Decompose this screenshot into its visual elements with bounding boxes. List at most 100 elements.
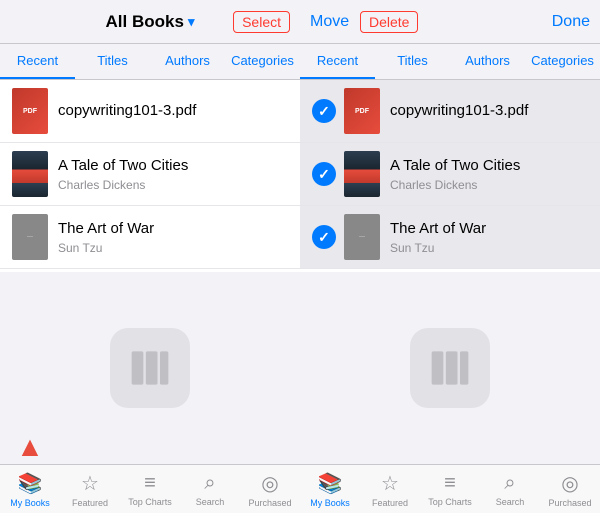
left-book-list: PDF copywriting101-3.pdf A Tale of Two C… bbox=[0, 80, 300, 272]
topcharts-icon: ≡ bbox=[144, 472, 156, 495]
right-tab-titles[interactable]: Titles bbox=[375, 44, 450, 79]
done-button[interactable]: Done bbox=[552, 13, 590, 31]
book-info: copywriting101-3.pdf bbox=[390, 101, 588, 121]
list-item[interactable]: PDF copywriting101-3.pdf bbox=[0, 80, 300, 143]
war-thumb: — bbox=[12, 214, 48, 260]
purchased-label: Purchased bbox=[548, 498, 591, 508]
tale-thumb bbox=[344, 151, 380, 197]
right-book-list: PDF copywriting101-3.pdf A Tale of Two C… bbox=[300, 80, 600, 272]
book-title: copywriting101-3.pdf bbox=[390, 101, 588, 121]
right-tabs: Recent Titles Authors Categories bbox=[300, 44, 600, 80]
right-tabbar-featured[interactable]: ☆ Featured bbox=[360, 465, 420, 513]
topcharts-icon: ≡ bbox=[444, 472, 456, 495]
left-panel: All Books ▾ Select Recent Titles Authors… bbox=[0, 0, 300, 513]
left-book-panel: All Books ▾ Select Recent Titles Authors… bbox=[0, 0, 300, 513]
right-book-panel: Move Delete Done Recent Titles Authors C… bbox=[300, 0, 600, 513]
right-tabbar-purchased[interactable]: ◎ Purchased bbox=[540, 465, 600, 513]
book-title: The Art of War bbox=[58, 219, 288, 239]
mybooks-label: My Books bbox=[310, 498, 350, 508]
book-info: A Tale of Two Cities Charles Dickens bbox=[390, 156, 588, 192]
mybooks-icon: 📚 bbox=[318, 471, 343, 496]
purchased-label: Purchased bbox=[248, 498, 291, 508]
book-thumbnail bbox=[12, 151, 48, 197]
right-tabbar-mybooks[interactable]: 📚 My Books bbox=[300, 465, 360, 513]
left-tabs: Recent Titles Authors Categories bbox=[0, 44, 300, 80]
move-button[interactable]: Move bbox=[310, 13, 349, 31]
book-title: A Tale of Two Cities bbox=[390, 156, 588, 176]
left-tab-categories[interactable]: Categories bbox=[225, 44, 300, 79]
tale-thumb bbox=[12, 151, 48, 197]
mybooks-label: My Books bbox=[10, 498, 50, 508]
list-item[interactable]: — The Art of War Sun Tzu bbox=[300, 206, 600, 269]
purchased-icon: ◎ bbox=[561, 471, 578, 496]
right-tab-bar: 📚 My Books ☆ Featured ≡ Top Charts ⌕ Sea… bbox=[300, 464, 600, 513]
search-icon: ⌕ bbox=[204, 472, 215, 495]
title-chevron-icon: ▾ bbox=[188, 14, 195, 30]
right-empty-placeholder bbox=[300, 272, 600, 464]
left-panel-title: All Books ▾ bbox=[106, 12, 195, 32]
purchased-icon: ◎ bbox=[261, 471, 278, 496]
book-thumbnail: — bbox=[12, 214, 48, 260]
book-author: Charles Dickens bbox=[390, 178, 588, 192]
right-tabbar-search[interactable]: ⌕ Search bbox=[480, 465, 540, 513]
list-item[interactable]: A Tale of Two Cities Charles Dickens bbox=[0, 143, 300, 206]
selection-check bbox=[312, 99, 336, 123]
featured-label: Featured bbox=[72, 498, 108, 508]
library-placeholder-icon bbox=[110, 328, 190, 408]
war-thumb: — bbox=[344, 214, 380, 260]
left-header: All Books ▾ Select bbox=[0, 0, 300, 44]
book-info: The Art of War Sun Tzu bbox=[390, 219, 588, 255]
book-author: Sun Tzu bbox=[390, 241, 588, 255]
right-panel: Move Delete Done Recent Titles Authors C… bbox=[300, 0, 600, 513]
left-tabbar-topcharts[interactable]: ≡ Top Charts bbox=[120, 465, 180, 513]
book-author: Sun Tzu bbox=[58, 241, 288, 255]
left-tabbar-featured[interactable]: ☆ Featured bbox=[60, 465, 120, 513]
left-tab-recent[interactable]: Recent bbox=[0, 44, 75, 79]
delete-button[interactable]: Delete bbox=[360, 11, 418, 33]
featured-icon: ☆ bbox=[381, 471, 399, 496]
search-label: Search bbox=[496, 497, 525, 507]
book-thumbnail: PDF bbox=[344, 88, 380, 134]
right-tab-recent[interactable]: Recent bbox=[300, 44, 375, 79]
right-library-placeholder-icon bbox=[410, 328, 490, 408]
left-tabbar-mybooks[interactable]: ▲ 📚 My Books bbox=[0, 465, 60, 513]
book-thumbnail: PDF bbox=[12, 88, 48, 134]
empty-library-placeholder bbox=[0, 272, 300, 464]
left-tabbar-search[interactable]: ⌕ Search bbox=[180, 465, 240, 513]
book-title: The Art of War bbox=[390, 219, 588, 239]
featured-icon: ☆ bbox=[81, 471, 99, 496]
right-header: Move Delete Done bbox=[300, 0, 600, 44]
book-title: copywriting101-3.pdf bbox=[58, 101, 288, 121]
right-tab-authors[interactable]: Authors bbox=[450, 44, 525, 79]
topcharts-label: Top Charts bbox=[128, 497, 172, 507]
selection-check bbox=[312, 225, 336, 249]
selection-check bbox=[312, 162, 336, 186]
books-icon bbox=[125, 343, 175, 393]
list-item[interactable]: PDF copywriting101-3.pdf bbox=[300, 80, 600, 143]
book-info: A Tale of Two Cities Charles Dickens bbox=[58, 156, 288, 192]
left-tabbar-purchased[interactable]: ◎ Purchased bbox=[240, 465, 300, 513]
pdf-thumb: PDF bbox=[344, 88, 380, 134]
all-books-label: All Books bbox=[106, 12, 184, 32]
list-item[interactable]: A Tale of Two Cities Charles Dickens bbox=[300, 143, 600, 206]
featured-label: Featured bbox=[372, 498, 408, 508]
books-icon bbox=[425, 343, 475, 393]
book-info: The Art of War Sun Tzu bbox=[58, 219, 288, 255]
right-tabbar-topcharts[interactable]: ≡ Top Charts bbox=[420, 465, 480, 513]
book-title: A Tale of Two Cities bbox=[58, 156, 288, 176]
mybooks-icon: 📚 bbox=[18, 471, 43, 496]
left-tab-titles[interactable]: Titles bbox=[75, 44, 150, 79]
left-tab-authors[interactable]: Authors bbox=[150, 44, 225, 79]
search-label: Search bbox=[196, 497, 225, 507]
book-author: Charles Dickens bbox=[58, 178, 288, 192]
select-button[interactable]: Select bbox=[233, 11, 290, 33]
topcharts-label: Top Charts bbox=[428, 497, 472, 507]
list-item[interactable]: — The Art of War Sun Tzu bbox=[0, 206, 300, 269]
pdf-thumb: PDF bbox=[12, 88, 48, 134]
search-icon: ⌕ bbox=[504, 472, 515, 495]
book-thumbnail bbox=[344, 151, 380, 197]
right-tab-categories[interactable]: Categories bbox=[525, 44, 600, 79]
left-tab-bar: ▲ 📚 My Books ☆ Featured ≡ Top Charts ⌕ S… bbox=[0, 464, 300, 513]
book-info: copywriting101-3.pdf bbox=[58, 101, 288, 121]
book-thumbnail: — bbox=[344, 214, 380, 260]
